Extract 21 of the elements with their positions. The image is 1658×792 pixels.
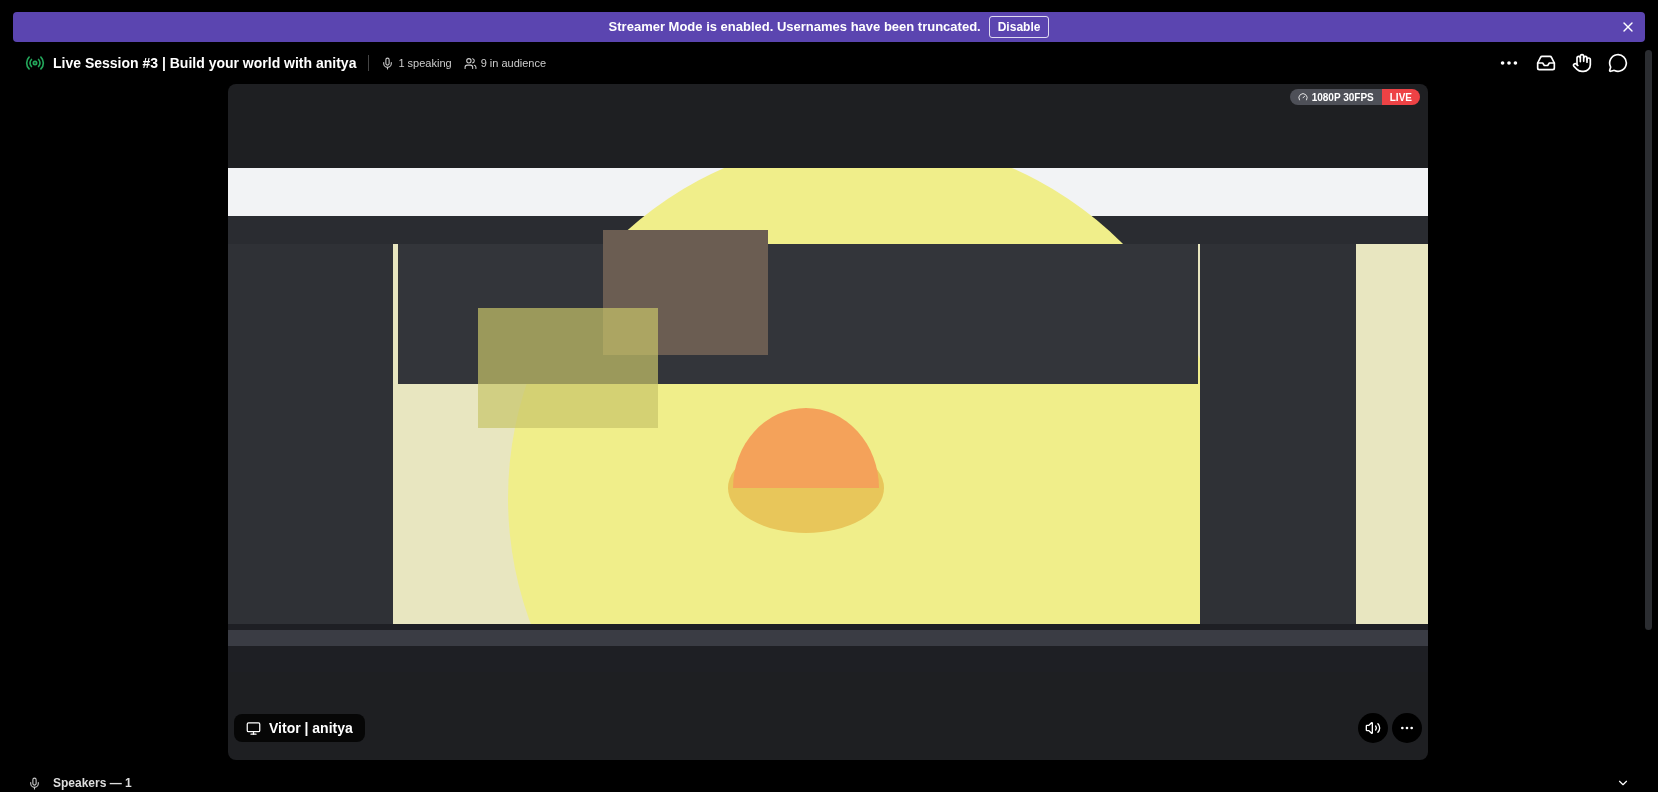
volume-button[interactable] (1358, 713, 1388, 743)
mic-icon (381, 56, 395, 70)
disable-button[interactable]: Disable (988, 16, 1050, 38)
streamer-name: Vitor | anitya (269, 718, 353, 738)
stage-title: Live Session #3 | Build your world with anitya (53, 53, 357, 73)
chat-icon[interactable] (1608, 53, 1628, 73)
inbox-icon[interactable] (1536, 53, 1556, 73)
people-icon (463, 56, 477, 70)
speaker-icon (1365, 720, 1381, 736)
mic-icon (28, 776, 41, 790)
hand-icon[interactable] (1572, 53, 1592, 73)
monitor-icon (246, 720, 261, 736)
stage-icon (25, 53, 45, 73)
live-badge: LIVE (1381, 89, 1420, 105)
speakers-heading: Speakers — 1 (53, 777, 132, 789)
audience-count: 9 in audience (480, 55, 547, 71)
gauge-icon (1297, 92, 1308, 102)
quality-text: 1080P 30FPS (1311, 90, 1374, 105)
banner-message: Streamer Mode is enabled. Usernames have been truncated. (608, 18, 981, 37)
scrollbar[interactable] (1645, 50, 1652, 630)
speaking-count: 1 speaking (398, 55, 452, 71)
